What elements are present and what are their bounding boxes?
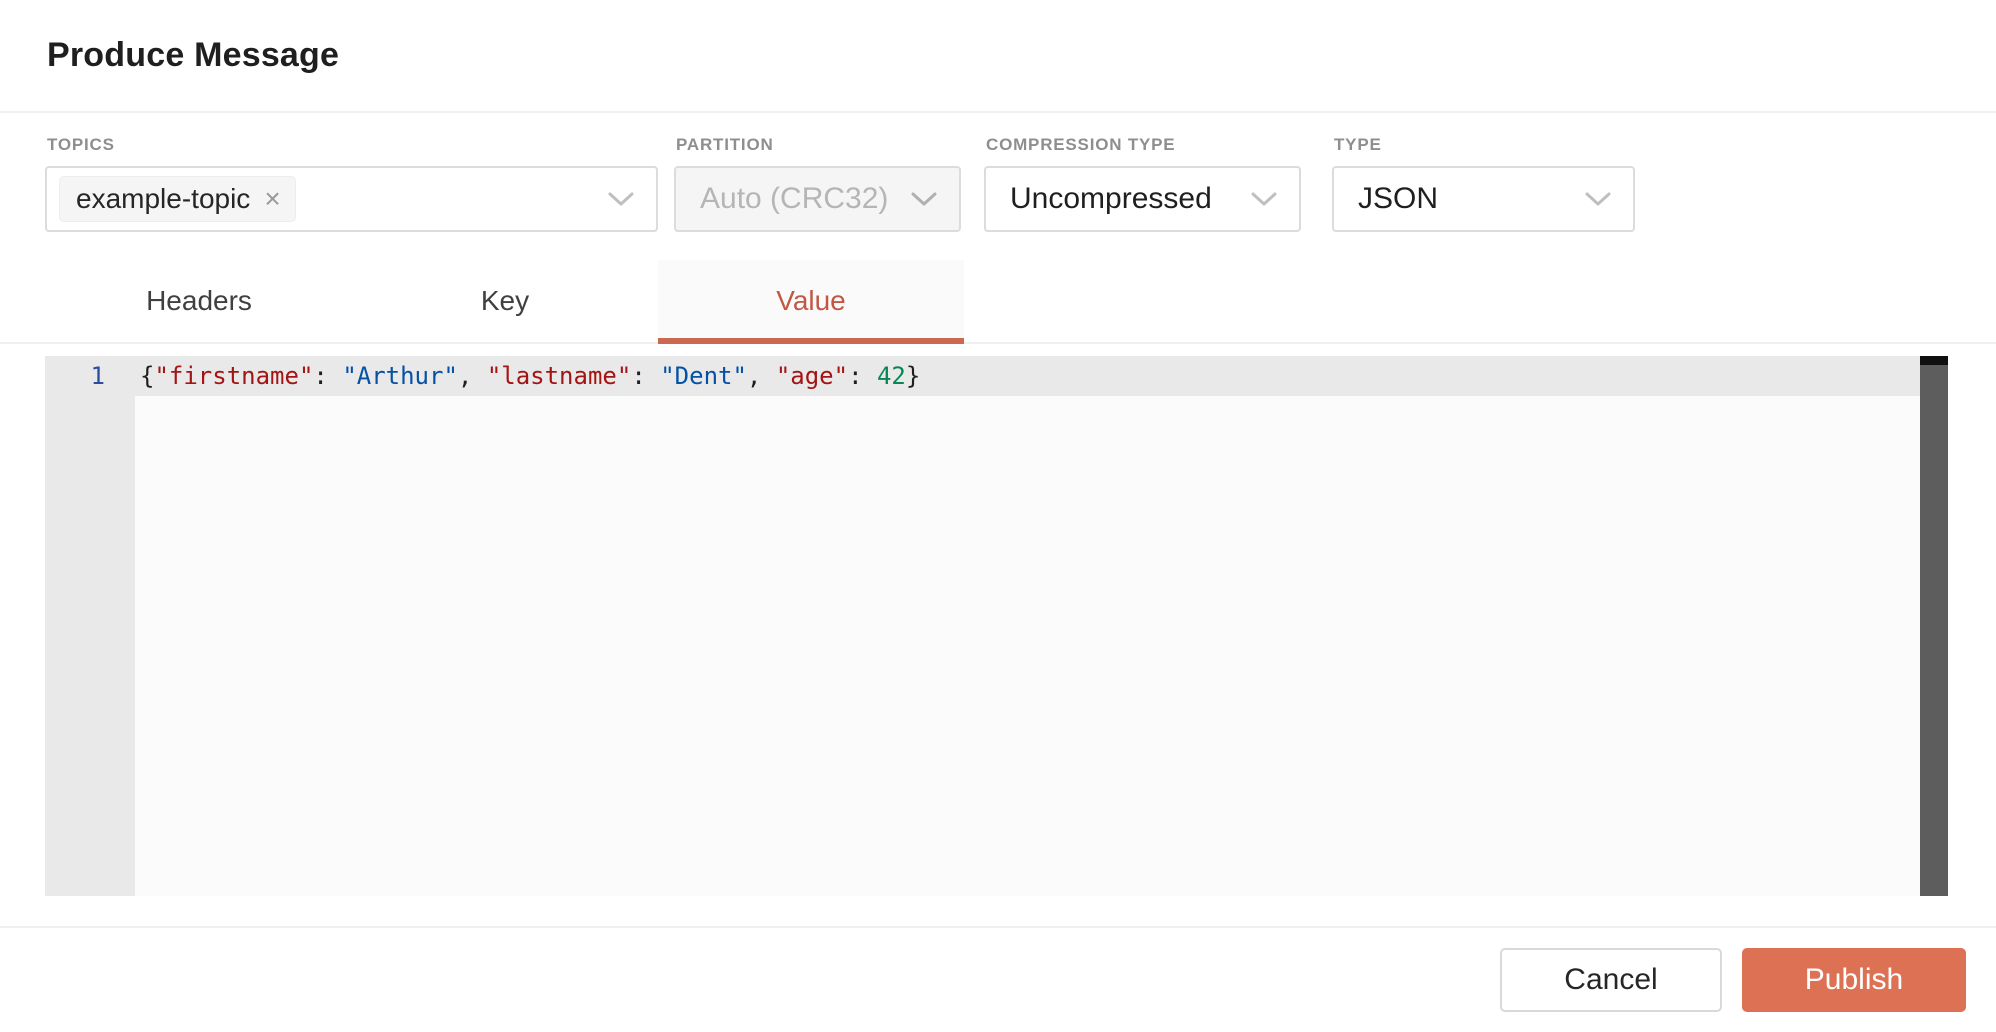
dialog-footer: Cancel Publish xyxy=(0,926,1996,1012)
remove-topic-icon[interactable]: × xyxy=(264,185,280,213)
compression-type-field: COMPRESSION TYPE Uncompressed xyxy=(984,135,1301,232)
chevron-down-icon xyxy=(911,191,937,207)
tab-headers[interactable]: Headers xyxy=(46,260,352,342)
dialog-header: Produce Message xyxy=(0,0,1996,113)
tabs: Headers Key Value xyxy=(0,260,1996,342)
editor-gutter: 1 xyxy=(45,356,135,896)
value-code-editor: 1 {"firstname": "Arthur", "lastname": "D… xyxy=(45,356,1948,896)
topics-label: TOPICS xyxy=(47,135,658,155)
produce-options-row: TOPICS example-topic × PARTITION Auto (C… xyxy=(0,113,1996,231)
line-number: 1 xyxy=(45,356,135,396)
scrollbar-thumb[interactable] xyxy=(1920,356,1948,365)
editor-content[interactable]: {"firstname": "Arthur", "lastname": "Den… xyxy=(135,356,1920,896)
chevron-down-icon xyxy=(1251,191,1277,207)
dialog-title: Produce Message xyxy=(47,36,1996,75)
partition-value: Auto (CRC32) xyxy=(700,182,888,216)
cancel-button[interactable]: Cancel xyxy=(1500,948,1722,1012)
type-select[interactable]: JSON xyxy=(1332,166,1635,232)
editor-scrollbar[interactable] xyxy=(1920,356,1948,896)
partition-label: PARTITION xyxy=(676,135,961,155)
type-label: TYPE xyxy=(1334,135,1635,155)
code-line: {"firstname": "Arthur", "lastname": "Den… xyxy=(135,356,1920,396)
compression-type-label: COMPRESSION TYPE xyxy=(986,135,1301,155)
type-value: JSON xyxy=(1358,182,1438,216)
topics-select[interactable]: example-topic × xyxy=(45,166,658,232)
tab-key[interactable]: Key xyxy=(352,260,658,342)
publish-button[interactable]: Publish xyxy=(1742,948,1966,1012)
partition-field: PARTITION Auto (CRC32) xyxy=(674,135,961,232)
compression-type-value: Uncompressed xyxy=(1010,182,1212,216)
chevron-down-icon xyxy=(1585,191,1611,207)
tab-value[interactable]: Value xyxy=(658,260,964,342)
topics-field: TOPICS example-topic × xyxy=(45,135,658,232)
partition-select: Auto (CRC32) xyxy=(674,166,961,232)
topic-tag-label: example-topic xyxy=(76,183,250,215)
topic-tag: example-topic × xyxy=(59,176,296,222)
type-field: TYPE JSON xyxy=(1332,135,1635,232)
message-part-tabbar: Headers Key Value xyxy=(0,260,1996,344)
chevron-down-icon xyxy=(608,191,634,207)
compression-type-select[interactable]: Uncompressed xyxy=(984,166,1301,232)
